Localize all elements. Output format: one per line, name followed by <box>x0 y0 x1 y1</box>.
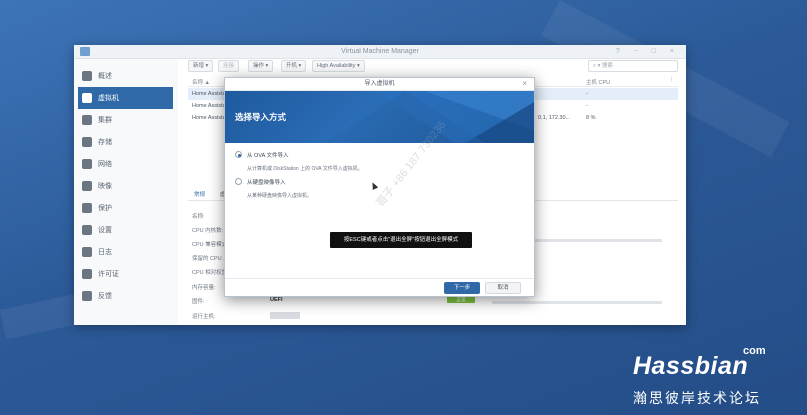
firmware-value: UEFI <box>270 297 283 303</box>
search-input[interactable]: ⌕ ▾ 搜索 <box>588 60 678 72</box>
sidebar-item-label: 虚拟机 <box>98 95 119 102</box>
vm-name: Home Assista <box>192 103 226 109</box>
app-icon <box>80 47 90 56</box>
power-button[interactable]: 开机 ▾ <box>281 60 307 72</box>
window-title: Virtual Machine Manager <box>341 48 419 55</box>
high-availability-button[interactable]: High Availability ▾ <box>312 60 365 72</box>
log-icon <box>82 247 92 257</box>
status-badge: 正常 <box>447 296 475 303</box>
storage-icon <box>82 137 92 147</box>
dialog-title: 导入虚拟机 <box>225 78 534 91</box>
next-button[interactable]: 下一步 <box>444 282 480 294</box>
brand-com: com <box>743 345 766 357</box>
new-button[interactable]: 新增 ▾ <box>188 60 214 72</box>
action-button[interactable]: 操作 ▾ <box>248 60 274 72</box>
window-controls[interactable]: ? − □ × <box>616 45 680 59</box>
brand-logo: Hassbian <box>633 352 749 380</box>
sidebar: 概述 虚拟机 集群 存储 网络 映像 保护 设置 日志 许可证 反馈 <box>74 59 178 325</box>
cluster-icon <box>82 115 92 125</box>
fullscreen-toast: 按ESC键或者点击"退出全屏"按钮退出全屏模式 <box>330 232 472 248</box>
sidebar-item-label: 存储 <box>98 139 112 146</box>
search-icon: ⌕ <box>593 63 597 69</box>
sidebar-item-settings[interactable]: 设置 <box>74 219 178 241</box>
vm-cpu: - <box>586 91 588 97</box>
image-icon <box>82 181 92 191</box>
sidebar-item-label: 概述 <box>98 73 112 80</box>
detail-label: 内存容量: <box>192 285 216 291</box>
column-menu-icon[interactable]: ⋮ <box>669 77 675 83</box>
sidebar-item-vm[interactable]: 虚拟机 <box>78 87 173 109</box>
sidebar-item-label: 设置 <box>98 227 112 234</box>
sidebar-item-label: 许可证 <box>98 271 119 278</box>
toolbar: 新增 ▾ 连接 操作 ▾ 开机 ▾ High Availability ▾ ⌕ … <box>188 60 678 73</box>
usage-bar <box>492 301 662 304</box>
feedback-icon <box>82 291 92 301</box>
import-vm-dialog: 导入虚拟机 × 选择导入方式 从 OVA 文件导入 从计算机或 DiskStat… <box>224 77 535 297</box>
option-ova-label[interactable]: 从 OVA 文件导入 <box>247 151 288 159</box>
settings-icon <box>82 225 92 235</box>
tab-general[interactable]: 常规 <box>194 190 205 198</box>
column-host-cpu[interactable]: 主机 CPU <box>586 78 610 86</box>
sidebar-item-cluster[interactable]: 集群 <box>74 109 178 131</box>
connect-button[interactable]: 连接 <box>218 60 240 72</box>
vm-name: Home Assista <box>192 115 226 121</box>
detail-label: 运行主机: <box>192 314 216 320</box>
sidebar-item-protect[interactable]: 保护 <box>74 197 178 219</box>
window-titlebar[interactable]: Virtual Machine Manager ? − □ × <box>74 45 686 59</box>
search-placeholder: ▾ 搜索 <box>597 63 613 69</box>
radio-disk-image[interactable] <box>235 178 242 185</box>
sidebar-item-label: 保护 <box>98 205 112 212</box>
detail-label: CPU 内核数: <box>192 228 224 234</box>
sidebar-item-network[interactable]: 网络 <box>74 153 178 175</box>
detail-label: 固件: <box>192 299 205 305</box>
sidebar-item-log[interactable]: 日志 <box>74 241 178 263</box>
close-icon[interactable]: × <box>522 79 527 88</box>
sidebar-item-label: 网络 <box>98 161 112 168</box>
host-value-redacted <box>270 312 300 319</box>
network-icon <box>82 159 92 169</box>
sidebar-item-image[interactable]: 映像 <box>74 175 178 197</box>
sidebar-item-storage[interactable]: 存储 <box>74 131 178 153</box>
sidebar-item-label: 日志 <box>98 249 112 256</box>
option-ova-desc: 从计算机或 DiskStation 上的 OVA 文件导入虚拟机。 <box>247 166 363 172</box>
sidebar-item-feedback[interactable]: 反馈 <box>74 285 178 307</box>
option-disk-image-label[interactable]: 从硬盘映像导入 <box>247 178 286 186</box>
sidebar-item-license[interactable]: 许可证 <box>74 263 178 285</box>
license-icon <box>82 269 92 279</box>
sidebar-item-overview[interactable]: 概述 <box>74 65 178 87</box>
overview-icon <box>82 71 92 81</box>
radio-ova[interactable] <box>235 151 242 158</box>
vm-cpu: - <box>586 103 588 109</box>
protect-icon <box>82 203 92 213</box>
dialog-heading: 选择导入方式 <box>235 112 287 122</box>
vm-cpu: 8 % <box>586 115 596 121</box>
sidebar-item-label: 集群 <box>98 117 112 124</box>
option-disk-image-desc: 从某种硬盘映像导入虚拟机。 <box>247 193 313 199</box>
cancel-button[interactable]: 取消 <box>485 282 521 294</box>
column-name[interactable]: 名称 ▲ <box>192 78 210 86</box>
sidebar-item-label: 反馈 <box>98 293 112 300</box>
detail-label: 名称: <box>192 214 205 220</box>
sidebar-item-label: 映像 <box>98 183 112 190</box>
dialog-banner: 选择导入方式 <box>225 91 534 143</box>
vm-ip: 0.1, 172.30... <box>538 115 571 121</box>
detail-label: 保留的 CPU ... <box>192 256 228 262</box>
vm-icon <box>82 93 92 103</box>
vm-name: Home Assista <box>192 91 226 97</box>
dialog-footer: 下一步 取消 <box>225 278 534 296</box>
brand-subtitle: 瀚思彼岸技术论坛 <box>633 390 761 406</box>
